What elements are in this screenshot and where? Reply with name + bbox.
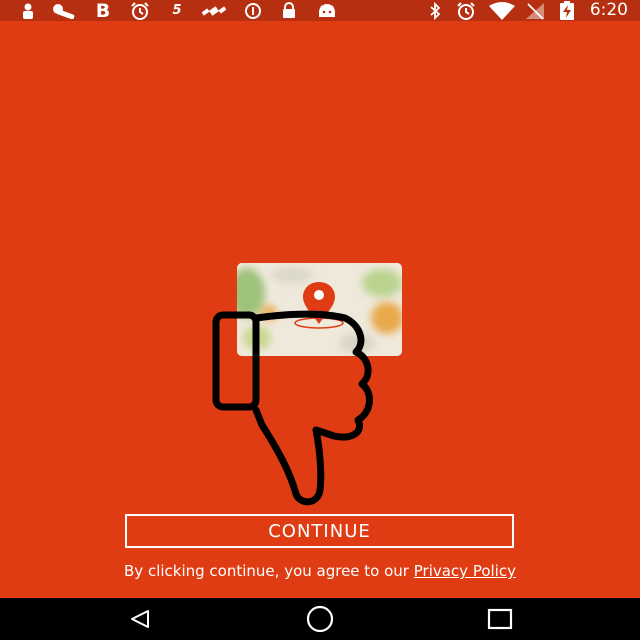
home-button[interactable] [290,598,350,640]
privacy-policy-link[interactable]: Privacy Policy [414,562,516,580]
continue-button[interactable]: CONTINUE [125,514,514,548]
recents-icon [487,608,513,630]
navigation-bar [0,598,640,640]
privacy-notice-text: By clicking continue, you agree to our [124,562,414,580]
recents-button[interactable] [470,598,530,640]
back-button[interactable] [110,598,170,640]
privacy-notice: By clicking continue, you agree to our P… [0,562,640,580]
back-icon [131,610,149,628]
home-icon [306,605,334,633]
